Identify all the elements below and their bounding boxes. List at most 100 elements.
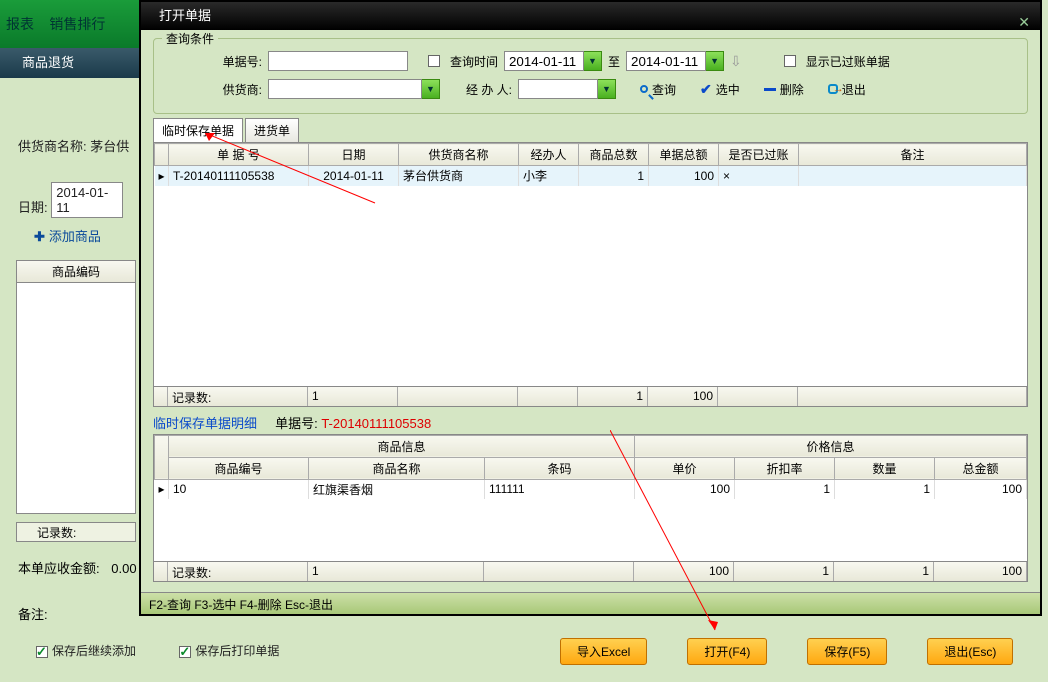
import-excel-button[interactable]: 导入Excel <box>560 638 647 665</box>
col-handler: 经办人 <box>519 144 579 166</box>
save-button[interactable]: 保存(F5) <box>807 638 887 665</box>
bg-col-product-code: 商品编码 <box>17 261 135 283</box>
bg-product-table: 商品编码 <box>16 260 136 514</box>
total-label: 本单应收金额: <box>18 561 100 576</box>
check-icon: ✔ <box>700 81 712 98</box>
query-panel: 查询条件 单据号: 查询时间 ▼ 至 ▼ ⇩ 显示已过账单据 供货商: <box>153 38 1028 114</box>
date-to-input[interactable] <box>626 51 706 71</box>
to-label: 至 <box>608 53 620 70</box>
col-price: 单价 <box>635 457 735 479</box>
cell-name: 红旗渠香烟 <box>309 479 485 499</box>
checkbox-icon <box>36 646 48 658</box>
nav-sales-rank[interactable]: 销售排行 <box>43 0 111 48</box>
open-button[interactable]: 打开(F4) <box>687 638 767 665</box>
col-total-amt: 单据总额 <box>649 144 719 166</box>
footer-count: 1 <box>308 387 398 406</box>
footer2-price: 100 <box>634 562 734 581</box>
supplier-combo[interactable] <box>268 79 422 99</box>
col-posted: 是否已过账 <box>719 144 799 166</box>
menu-return-goods[interactable]: 商品退货 <box>0 48 140 78</box>
date-input-bg[interactable]: 2014-01-11 <box>51 182 123 218</box>
table-row[interactable]: ▸ T-20140111105538 2014-01-11 茅台供货商 小李 1… <box>155 166 1027 186</box>
group-price-info: 价格信息 <box>635 435 1027 457</box>
checkbox-icon <box>179 646 191 658</box>
detail-doc-label: 单据号: <box>275 416 318 431</box>
show-posted-checkbox[interactable] <box>784 55 796 67</box>
table-row[interactable]: ▸ 10 红旗渠香烟 111111 100 1 1 100 <box>155 479 1027 499</box>
col-barcode: 条码 <box>485 457 635 479</box>
tab-temp-saved[interactable]: 临时保存单据 <box>153 118 243 142</box>
doc-no-label: 单据号: <box>210 53 262 70</box>
detail-title: 临时保存单据明细 <box>153 416 257 431</box>
footer2-total: 100 <box>934 562 1027 581</box>
row-marker-icon: ▸ <box>155 479 169 499</box>
delete-button[interactable]: 删除 <box>764 81 804 98</box>
detail-grid[interactable]: 商品信息 价格信息 商品编号 商品名称 条码 单价 折扣率 数量 总金额 ▸ 1… <box>153 434 1028 583</box>
cell-doc-no: T-20140111105538 <box>169 166 309 186</box>
dialog-title: 打开单据 <box>159 8 211 23</box>
remark-label: 备注: <box>18 604 48 623</box>
query-time-label: 查询时间 <box>450 53 498 70</box>
chevron-down-icon[interactable]: ▼ <box>598 79 616 99</box>
nav-report[interactable]: 报表 <box>0 0 40 48</box>
col-discount: 折扣率 <box>735 457 835 479</box>
row-marker-icon: ▸ <box>155 166 169 186</box>
date-label: 日期: <box>18 200 48 215</box>
cell-total: 100 <box>935 479 1027 499</box>
date-from-input[interactable] <box>504 51 584 71</box>
chevron-down-icon[interactable]: ▼ <box>706 51 724 71</box>
cell-posted: × <box>719 166 799 186</box>
exit-button[interactable]: 退出 <box>828 81 866 98</box>
cell-date: 2014-01-11 <box>309 166 399 186</box>
main-grid[interactable]: 单 据 号 日期 供货商名称 经办人 商品总数 单据总额 是否已过账 备注 ▸ … <box>153 142 1028 407</box>
tab-purchase[interactable]: 进货单 <box>245 118 299 142</box>
cell-remark <box>799 166 1027 186</box>
query-time-checkbox[interactable] <box>428 55 440 67</box>
cell-code: 10 <box>169 479 309 499</box>
close-icon[interactable]: ✕ <box>1018 8 1030 36</box>
handler-combo[interactable] <box>518 79 598 99</box>
minus-icon <box>764 88 776 91</box>
col-total: 总金额 <box>935 457 1027 479</box>
cell-qty: 1 <box>835 479 935 499</box>
cell-handler: 小李 <box>519 166 579 186</box>
footer2-count: 1 <box>308 562 484 581</box>
query-button[interactable]: 查询 <box>640 81 676 98</box>
col-remark: 备注 <box>799 144 1027 166</box>
footer2-discount: 1 <box>734 562 834 581</box>
group-product-info: 商品信息 <box>169 435 635 457</box>
chevron-down-icon[interactable]: ▼ <box>422 79 440 99</box>
chevron-down-icon[interactable]: ▼ <box>584 51 602 71</box>
col-qty2: 数量 <box>835 457 935 479</box>
col-name: 商品名称 <box>309 457 485 479</box>
bg-record-count: 记录数: <box>16 522 136 542</box>
search-icon <box>640 85 648 93</box>
query-legend: 查询条件 <box>162 30 218 47</box>
cell-barcode: 111111 <box>485 479 635 499</box>
doc-no-input[interactable] <box>268 51 408 71</box>
cell-discount: 1 <box>735 479 835 499</box>
supplier-value: 茅台供 <box>90 139 129 154</box>
col-doc-no: 单 据 号 <box>169 144 309 166</box>
footer-label: 记录数: <box>168 387 308 406</box>
check-print-after-save[interactable]: 保存后打印单据 <box>179 644 279 658</box>
cell-price: 100 <box>635 479 735 499</box>
cell-qty: 1 <box>579 166 649 186</box>
col-date: 日期 <box>309 144 399 166</box>
download-icon[interactable]: ⇩ <box>730 53 742 70</box>
handler-label: 经 办 人: <box>446 81 512 98</box>
cell-supplier: 茅台供货商 <box>399 166 519 186</box>
check-continue-add[interactable]: 保存后继续添加 <box>36 644 136 658</box>
open-document-dialog: 打开单据 ✕ 查询条件 单据号: 查询时间 ▼ 至 ▼ ⇩ 显示已过账单据 <box>139 0 1042 616</box>
supplier-label-q: 供货商: <box>210 81 262 98</box>
col-supplier: 供货商名称 <box>399 144 519 166</box>
exit-button-bottom[interactable]: 退出(Esc) <box>927 638 1013 665</box>
footer2-qty: 1 <box>834 562 934 581</box>
show-posted-label: 显示已过账单据 <box>806 53 890 70</box>
col-total-qty: 商品总数 <box>579 144 649 166</box>
add-product-button[interactable]: ✚添加商品 <box>34 226 101 245</box>
select-button[interactable]: ✔选中 <box>700 81 740 98</box>
plus-icon: ✚ <box>34 229 45 244</box>
footer2-label: 记录数: <box>168 562 308 581</box>
detail-doc-no: T-20140111105538 <box>321 416 431 431</box>
